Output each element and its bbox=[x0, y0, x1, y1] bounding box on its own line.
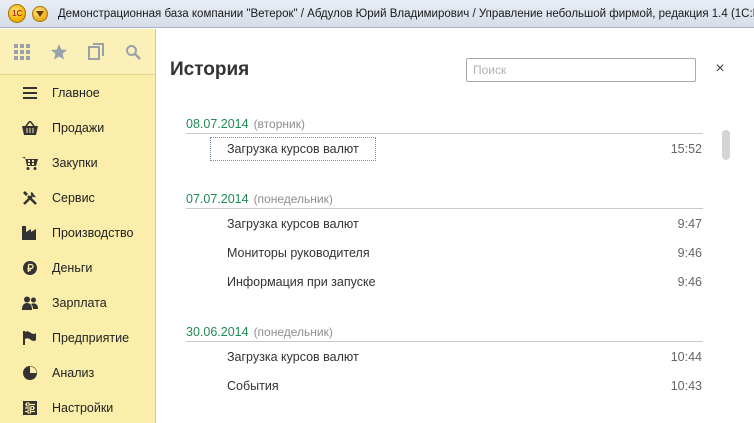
list-item[interactable]: Мониторы руководителя 9:46 bbox=[186, 238, 703, 267]
flag-icon bbox=[22, 330, 38, 346]
date-group: 07.07.2014 (понедельник) Загрузка курсов… bbox=[186, 190, 703, 296]
menu-lines-icon bbox=[22, 85, 38, 101]
entry-name[interactable]: Загрузка курсов валют bbox=[210, 345, 376, 369]
sidebar-item-money[interactable]: Деньги bbox=[0, 250, 155, 285]
entry-time: 9:46 bbox=[677, 274, 702, 289]
weekday-label: (понедельник) bbox=[253, 325, 333, 339]
factory-icon bbox=[22, 225, 38, 241]
sidebar-item-sales[interactable]: Продажи bbox=[0, 110, 155, 145]
entry-time: 9:46 bbox=[677, 245, 702, 260]
entry-name[interactable]: Загрузка курсов валют bbox=[210, 136, 376, 161]
sidebar-item-service[interactable]: Сервис bbox=[0, 180, 155, 215]
history-list: 08.07.2014 (вторник) Загрузка курсов вал… bbox=[186, 115, 703, 423]
sidebar-item-settings[interactable]: Настройки bbox=[0, 390, 155, 423]
sidebar-item-label: Настройки bbox=[52, 400, 114, 415]
date-header: 08.07.2014 (вторник) bbox=[186, 115, 703, 134]
chevron-down-icon bbox=[36, 10, 45, 17]
scrollbar-thumb[interactable] bbox=[722, 130, 730, 160]
sidebar-item-label: Закупки bbox=[52, 155, 98, 170]
list-item[interactable]: Загрузка курсов валют 15:52 bbox=[186, 134, 703, 163]
sidebar-item-label: Зарплата bbox=[52, 295, 107, 310]
list-item[interactable]: События 10:43 bbox=[186, 371, 703, 400]
date-group: 08.07.2014 (вторник) Загрузка курсов вал… bbox=[186, 115, 703, 163]
app-logo[interactable]: 1С bbox=[8, 4, 27, 23]
sidebar-item-label: Главное bbox=[52, 85, 100, 100]
sidebar-item-analysis[interactable]: Анализ bbox=[0, 355, 155, 390]
date-header: 07.07.2014 (понедельник) bbox=[186, 190, 703, 209]
entry-time: 10:43 bbox=[670, 378, 702, 393]
history-panel: История × 08.07.2014 (вторник) Загрузка … bbox=[157, 29, 754, 423]
title-bar: 1С Демонстрационная база компании "Ветер… bbox=[0, 0, 754, 28]
weekday-label: (вторник) bbox=[253, 117, 305, 131]
date-group: 30.06.2014 (понедельник) Загрузка курсов… bbox=[186, 323, 703, 400]
sidebar-item-purchases[interactable]: Закупки bbox=[0, 145, 155, 180]
sidebar-item-enterprise[interactable]: Предприятие bbox=[0, 320, 155, 355]
date-label: 08.07.2014 bbox=[186, 117, 249, 131]
date-header: 30.06.2014 (понедельник) bbox=[186, 323, 703, 342]
settings-icon bbox=[22, 400, 38, 416]
sidebar-item-label: Продажи bbox=[52, 120, 105, 135]
basket-icon bbox=[22, 120, 38, 136]
entry-time: 9:47 bbox=[677, 216, 702, 231]
sidebar-item-label: Анализ bbox=[52, 365, 95, 380]
cart-icon bbox=[22, 155, 38, 171]
entry-name[interactable]: Загрузка курсов валют bbox=[210, 212, 376, 236]
people-icon bbox=[22, 295, 38, 311]
sidebar: Главное Продажи Закупки Сервис Производс… bbox=[0, 29, 156, 423]
sidebar-item-label: Предприятие bbox=[52, 330, 130, 345]
date-label: 07.07.2014 bbox=[186, 192, 249, 206]
sidebar-toolbar bbox=[0, 29, 155, 75]
list-item[interactable]: Загрузка курсов валют 9:47 bbox=[186, 209, 703, 238]
entry-name[interactable]: Информация при запуске bbox=[210, 270, 393, 294]
search-input[interactable] bbox=[466, 58, 696, 82]
ruble-coin-icon bbox=[22, 260, 38, 276]
entry-name[interactable]: События bbox=[210, 374, 296, 398]
pie-chart-icon bbox=[22, 365, 38, 381]
sidebar-item-salary[interactable]: Зарплата bbox=[0, 285, 155, 320]
sidebar-item-label: Сервис bbox=[52, 190, 95, 205]
close-button[interactable]: × bbox=[713, 60, 727, 78]
list-item[interactable]: Информация при запуске 9:46 bbox=[186, 267, 703, 296]
date-label: 30.06.2014 bbox=[186, 325, 249, 339]
tools-icon bbox=[22, 190, 38, 206]
window-title: Демонстрационная база компании "Ветерок"… bbox=[57, 7, 754, 20]
page-title: История bbox=[170, 59, 250, 80]
weekday-label: (понедельник) bbox=[253, 192, 333, 206]
apps-grid-icon[interactable] bbox=[8, 38, 36, 66]
sidebar-item-label: Производство bbox=[52, 225, 134, 240]
entry-time: 10:44 bbox=[670, 349, 702, 364]
main-menu-button[interactable] bbox=[32, 5, 48, 22]
entry-time: 15:52 bbox=[670, 141, 702, 156]
sidebar-item-main[interactable]: Главное bbox=[0, 75, 155, 110]
sidebar-item-label: Деньги bbox=[52, 260, 93, 275]
sidebar-item-production[interactable]: Производство bbox=[0, 215, 155, 250]
search-icon[interactable] bbox=[119, 38, 147, 66]
list-item[interactable]: Загрузка курсов валют 10:44 bbox=[186, 342, 703, 371]
history-icon[interactable] bbox=[82, 38, 110, 66]
star-icon[interactable] bbox=[45, 38, 73, 66]
entry-name[interactable]: Мониторы руководителя bbox=[210, 241, 387, 265]
